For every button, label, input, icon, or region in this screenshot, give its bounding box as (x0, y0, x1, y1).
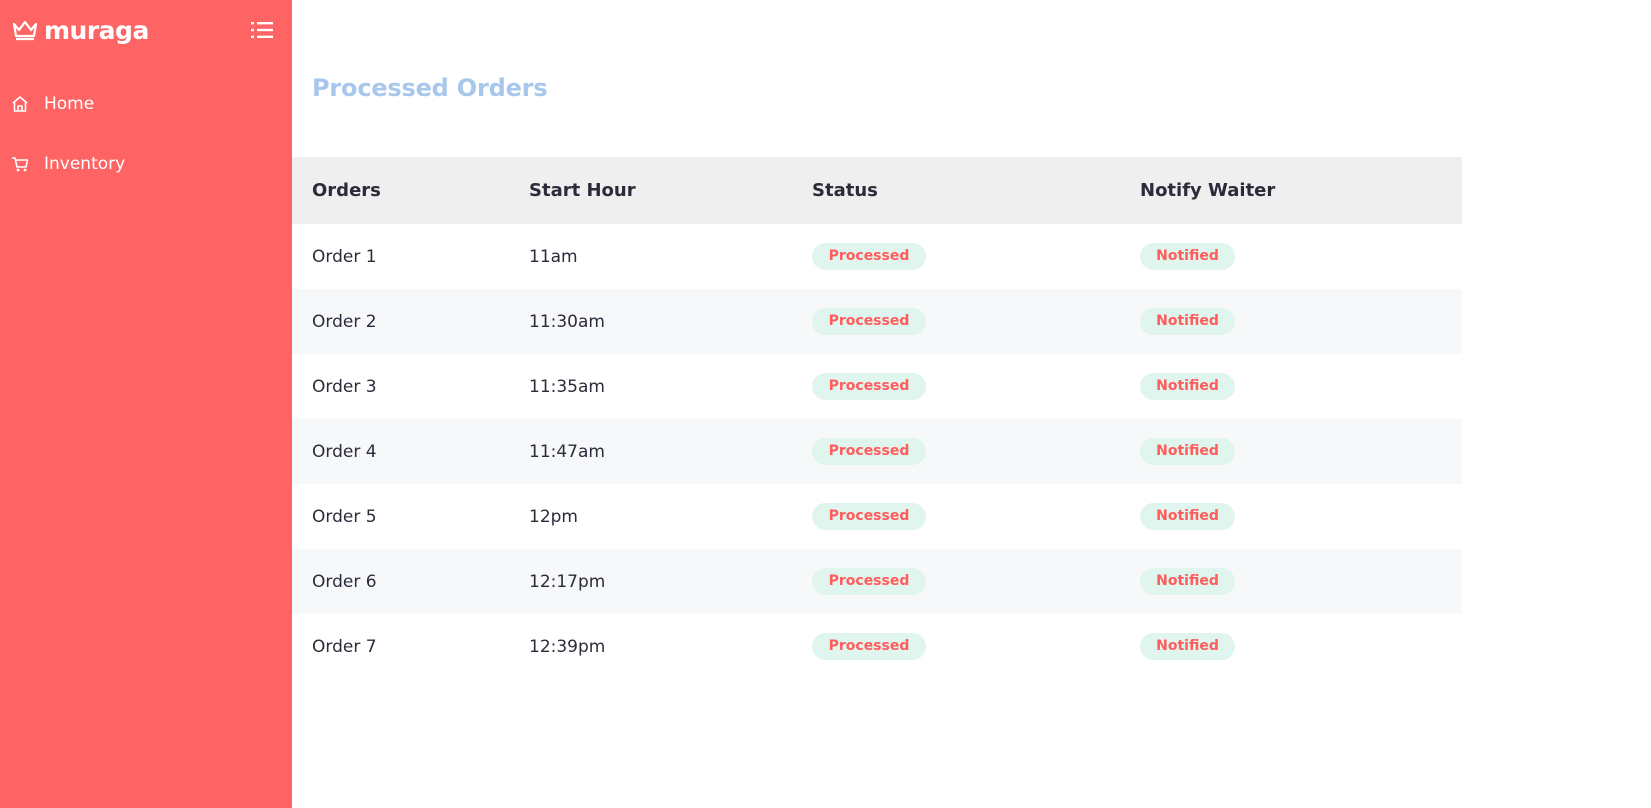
status-badge: Processed (812, 308, 926, 335)
cart-icon (12, 157, 29, 172)
column-header-status: Status (792, 157, 1120, 224)
notify-cell: Notified (1120, 484, 1462, 549)
status-badge: Processed (812, 568, 926, 595)
table-row: Order 3 11:35am Processed Notified (292, 354, 1462, 419)
brand-logo[interactable]: muraga (12, 14, 149, 46)
notify-waiter-button[interactable]: Notified (1140, 633, 1235, 660)
notify-waiter-button[interactable]: Notified (1140, 243, 1235, 270)
notify-waiter-button[interactable]: Notified (1140, 308, 1235, 335)
notify-waiter-button[interactable]: Notified (1140, 503, 1235, 530)
order-cell: Order 1 (312, 246, 377, 267)
table-row: Order 4 11:47am Processed Notified (292, 419, 1462, 484)
status-badge: Processed (812, 633, 926, 660)
order-cell: Order 7 (312, 636, 377, 657)
notify-cell: Notified (1120, 224, 1462, 289)
crown-icon (12, 20, 38, 41)
table-row: Order 6 12:17pm Processed Notified (292, 549, 1462, 614)
main-content: Processed Orders Orders Start Hour Statu… (292, 0, 1651, 808)
status-cell: Processed (792, 419, 1120, 484)
status-cell: Processed (792, 354, 1120, 419)
start-hour-cell: 12pm (529, 506, 578, 527)
start-hour-cell: 11:47am (509, 419, 792, 484)
start-hour-cell: 12:17pm (509, 549, 792, 614)
list-menu-icon[interactable] (250, 20, 274, 40)
sidebar-item-label: Home (44, 94, 95, 114)
start-hour-cell: 11:35am (529, 376, 605, 397)
order-cell: Order 2 (292, 289, 509, 354)
start-hour-cell: 12:39pm (529, 636, 606, 657)
notify-waiter-button[interactable]: Notified (1140, 438, 1235, 465)
order-cell: Order 5 (312, 506, 377, 527)
column-header-notify-waiter: Notify Waiter (1120, 157, 1462, 224)
status-badge: Processed (812, 503, 926, 530)
table-row: Order 1 11am Processed Notified (292, 224, 1462, 289)
order-cell: Order 4 (292, 419, 509, 484)
page-title: Processed Orders (312, 74, 548, 102)
status-cell: Processed (792, 614, 1120, 679)
start-hour-cell: 11:30am (509, 289, 792, 354)
brand-name: muraga (44, 15, 149, 45)
status-badge: Processed (812, 373, 926, 400)
home-icon (12, 96, 28, 112)
status-badge: Processed (812, 438, 926, 465)
sidebar: muraga Home Inventory (0, 0, 292, 808)
notify-cell: Notified (1120, 419, 1462, 484)
column-header-orders: Orders (292, 157, 509, 224)
sidebar-item-inventory[interactable]: Inventory (0, 144, 292, 184)
order-cell: Order 6 (292, 549, 509, 614)
table-header-row: Orders Start Hour Status Notify Waiter (292, 157, 1462, 224)
order-cell: Order 3 (312, 376, 377, 397)
sidebar-item-label: Inventory (44, 154, 126, 174)
status-cell: Processed (792, 224, 1120, 289)
table-row: Order 7 12:39pm Processed Notified (292, 614, 1462, 679)
status-cell: Processed (792, 484, 1120, 549)
notify-cell: Notified (1120, 614, 1462, 679)
table-row: Order 5 12pm Processed Notified (292, 484, 1462, 549)
notify-cell: Notified (1120, 289, 1462, 354)
sidebar-nav: Home Inventory (0, 84, 292, 204)
start-hour-cell: 11am (529, 246, 578, 267)
orders-table: Orders Start Hour Status Notify Waiter O… (292, 157, 1462, 679)
sidebar-item-home[interactable]: Home (0, 84, 292, 124)
table-row: Order 2 11:30am Processed Notified (292, 289, 1462, 354)
status-cell: Processed (792, 289, 1120, 354)
notify-waiter-button[interactable]: Notified (1140, 373, 1235, 400)
notify-cell: Notified (1120, 354, 1462, 419)
status-badge: Processed (812, 243, 926, 270)
notify-cell: Notified (1120, 549, 1462, 614)
column-header-start-hour: Start Hour (509, 157, 792, 224)
status-cell: Processed (792, 549, 1120, 614)
notify-waiter-button[interactable]: Notified (1140, 568, 1235, 595)
